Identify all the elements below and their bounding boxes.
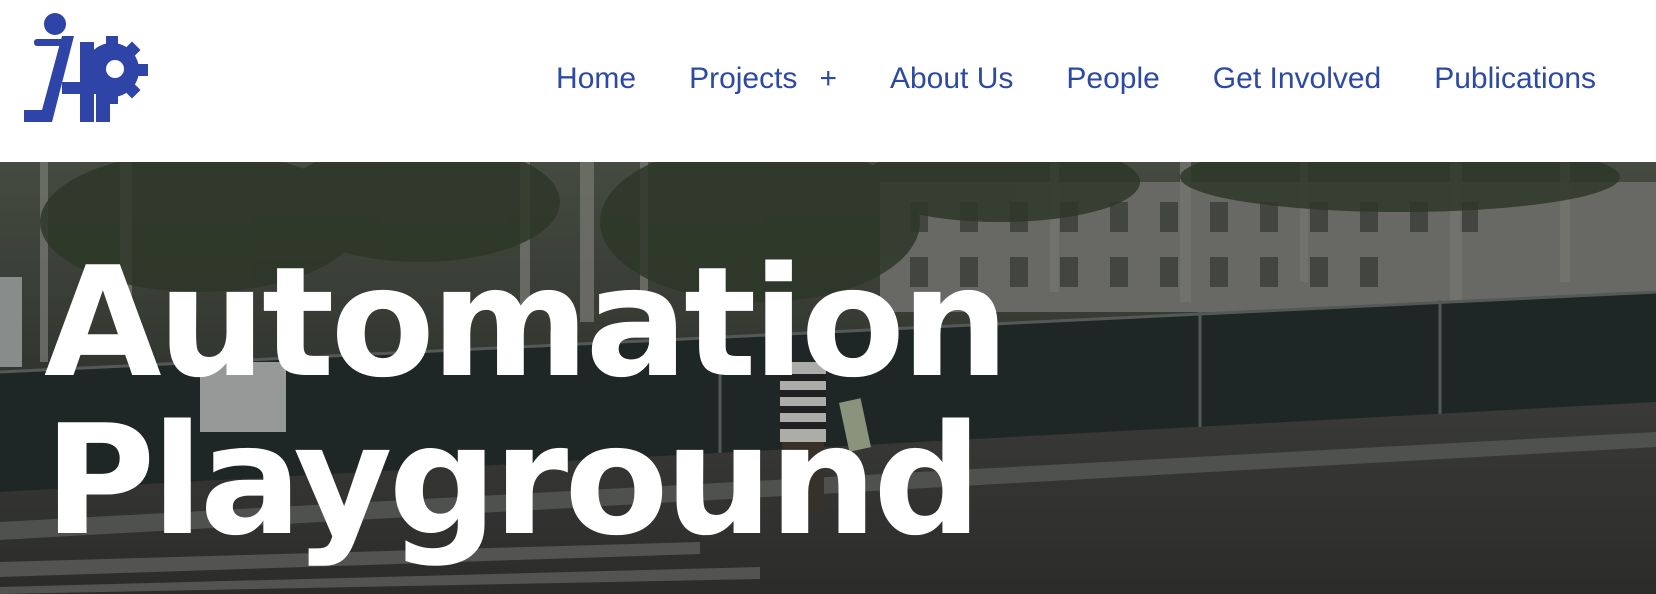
site-header: Home Projects + About Us People Get Invo…: [0, 0, 1656, 162]
nav-home-label: Home: [556, 62, 637, 95]
nav-projects-link[interactable]: Projects +: [689, 58, 837, 100]
plus-icon[interactable]: +: [819, 58, 837, 100]
main-nav: Home Projects + About Us People Get Invo…: [556, 58, 1596, 100]
nav-publications-label: Publications: [1434, 62, 1596, 95]
nav-get-involved-label: Get Involved: [1212, 62, 1382, 95]
hero-banner: Automation Playground: [0, 162, 1656, 594]
hero-title-line-1: Automation: [44, 234, 1009, 411]
hero-title-line-2: Playground: [44, 392, 982, 569]
nav-about-us-link[interactable]: About Us: [890, 58, 1013, 100]
nav-get-involved-link[interactable]: Get Involved: [1213, 58, 1381, 100]
nav-people-label: People: [1066, 62, 1160, 95]
nav-projects-label: Projects: [689, 62, 798, 95]
hero-title: Automation Playground: [44, 234, 1009, 569]
nav-people-link[interactable]: People: [1066, 58, 1159, 100]
nav-publications-link[interactable]: Publications: [1434, 58, 1596, 100]
nav-home-link[interactable]: Home: [556, 58, 636, 100]
nav-about-us-label: About Us: [889, 62, 1014, 95]
site-logo-icon[interactable]: [22, 12, 154, 132]
